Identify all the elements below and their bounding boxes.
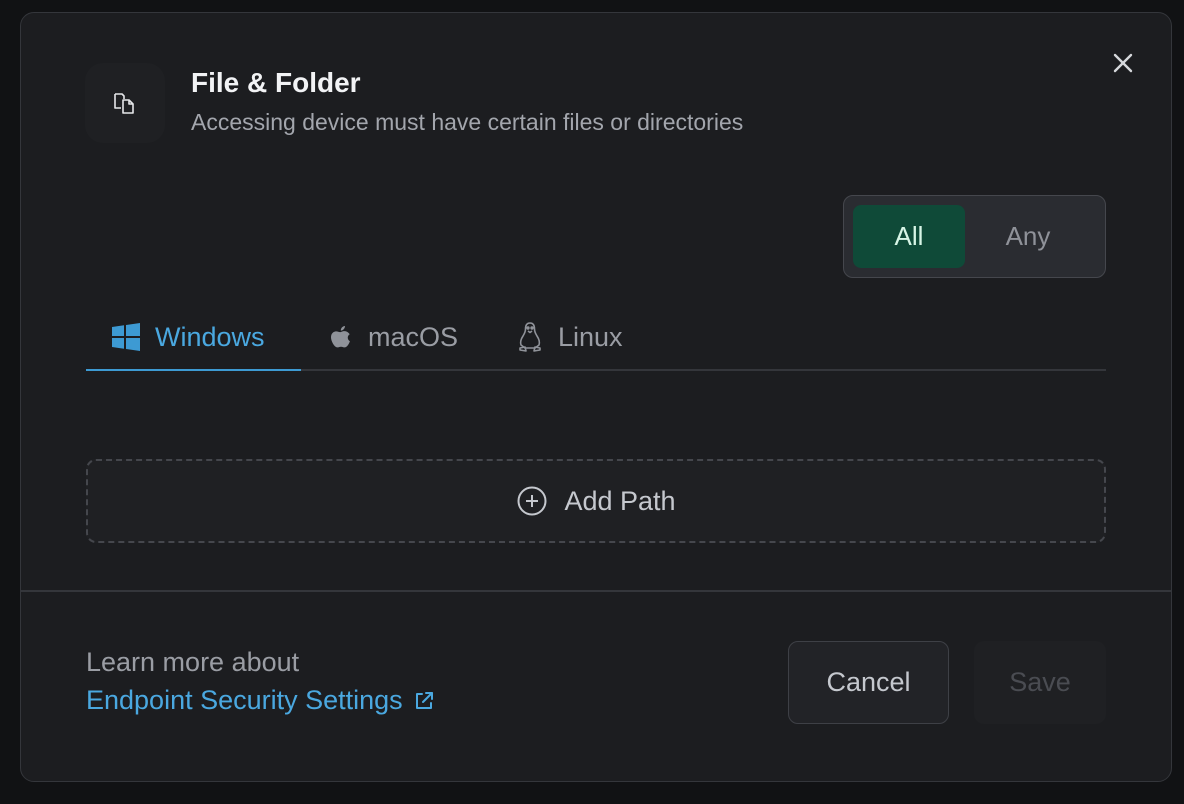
plus-circle-icon (517, 486, 547, 516)
footer-divider (21, 590, 1171, 592)
save-button[interactable]: Save (974, 641, 1106, 724)
linux-icon (519, 322, 541, 352)
link-label: Endpoint Security Settings (86, 685, 403, 715)
dialog-title: File & Folder (191, 67, 361, 98)
windows-icon (112, 323, 140, 351)
endpoint-security-settings-link[interactable]: Endpoint Security Settings (86, 685, 435, 716)
close-button[interactable] (1105, 45, 1141, 81)
os-tabs: Windows macOS Linux (86, 303, 1106, 371)
dialog-subtitle: Accessing device must have certain files… (191, 109, 744, 135)
tab-macos[interactable]: macOS (328, 303, 458, 371)
file-folder-icon (85, 63, 165, 143)
apple-icon (331, 326, 350, 348)
tab-windows-label: Windows (155, 321, 265, 352)
learn-more-text: Learn more about (86, 647, 300, 677)
add-path-label: Add Path (564, 485, 676, 516)
active-tab-indicator (86, 369, 301, 371)
match-toggle: All Any (843, 195, 1106, 278)
add-path-button[interactable]: Add Path (86, 459, 1106, 543)
close-icon (1113, 53, 1133, 73)
cancel-button[interactable]: Cancel (788, 641, 949, 724)
tab-linux-label: Linux (558, 321, 623, 352)
external-link-icon (415, 691, 433, 709)
file-folder-dialog: File & Folder Accessing device must have… (20, 12, 1172, 782)
tab-macos-label: macOS (368, 321, 459, 352)
toggle-any-button[interactable]: Any (972, 205, 1084, 268)
tab-linux[interactable]: Linux (516, 303, 623, 371)
toggle-all-button[interactable]: All (853, 205, 965, 268)
tab-windows[interactable]: Windows (111, 303, 265, 371)
